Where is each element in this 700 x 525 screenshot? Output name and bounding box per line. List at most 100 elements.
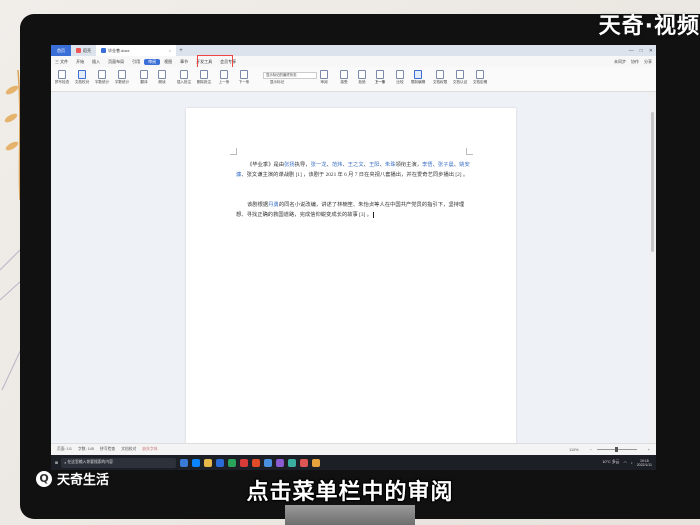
- prev-change-icon: [376, 70, 384, 79]
- tab-document[interactable]: 毕业巷.docx ×: [96, 45, 176, 56]
- hyperlink[interactable]: 李悟: [422, 162, 433, 168]
- hyperlink[interactable]: 张一龙: [311, 162, 327, 168]
- doc-finalize-button[interactable]: 文档定稿: [471, 70, 489, 85]
- app-icon[interactable]: [252, 458, 261, 467]
- windows-start-icon[interactable]: ⊞: [55, 460, 58, 465]
- wifi-icon[interactable]: ◠: [623, 460, 626, 465]
- menu-view[interactable]: 视图: [160, 59, 176, 65]
- next-change-button[interactable]: 下一条: [371, 80, 389, 85]
- spell-check-icon: [58, 70, 66, 79]
- hyperlink[interactable]: 丹勇: [268, 202, 279, 208]
- hyperlink[interactable]: 王阳: [369, 162, 380, 168]
- task-view-icon[interactable]: [180, 458, 189, 467]
- edge-icon[interactable]: [192, 458, 201, 467]
- word-count[interactable]: 字数: 145: [78, 447, 94, 452]
- comment-icon: [180, 70, 188, 79]
- page-count[interactable]: 页面: 1/1: [57, 447, 72, 452]
- restrict-editing-button[interactable]: 限制编辑: [409, 70, 427, 85]
- translate-button[interactable]: 翻译: [135, 70, 153, 85]
- title-bar: 首页 稻壳 毕业巷.docx × + — □ ✕: [51, 45, 656, 56]
- add-tab-button[interactable]: +: [176, 48, 186, 54]
- vertical-scrollbar[interactable]: [649, 92, 656, 443]
- app-icon[interactable]: [288, 458, 297, 467]
- zoom-out-button[interactable]: −: [590, 448, 592, 452]
- paragraph-1[interactable]: 《毕业季》是由张扬执导，张一龙、范炜、王之文、王阳、朱珠领衔主演，李悟、张子晨、…: [236, 160, 472, 180]
- doc-permission-button[interactable]: 文档权限: [431, 70, 449, 85]
- app-icon[interactable]: [276, 458, 285, 467]
- menu-review[interactable]: 审阅: [144, 58, 161, 65]
- file-explorer-icon[interactable]: [204, 458, 213, 467]
- missing-font-status[interactable]: 缺失字体: [142, 447, 157, 452]
- doc-cert-button[interactable]: 文档认证: [451, 70, 469, 85]
- read-aloud-button[interactable]: 朗读: [153, 70, 171, 85]
- spell-check-status[interactable]: 拼写检查: [100, 447, 115, 452]
- menu-references[interactable]: 引用: [128, 59, 144, 65]
- menu-bar: 三 文件 开始 插入 页面布局 引用 审阅 视图 章节 开发工具 会员专享 未同…: [51, 56, 656, 67]
- window-controls: — □ ✕: [629, 45, 653, 56]
- word-count-2-button[interactable]: 字数统计: [113, 70, 131, 85]
- prev-comment-button[interactable]: 上一条: [215, 70, 233, 85]
- spell-check-button[interactable]: 拼写检查: [53, 70, 71, 85]
- system-tray: 10°C 多云 ◠ ♪ 19:15 2022/1/11: [602, 459, 656, 467]
- minimize-icon[interactable]: —: [629, 48, 634, 54]
- word-count-icon: [98, 70, 106, 79]
- taskbar-search-box[interactable]: ⌕ 在这里输入你要搜索的内容: [61, 457, 177, 468]
- wps-icon[interactable]: [240, 458, 249, 467]
- word-count-button[interactable]: 字数统计: [93, 70, 111, 85]
- track-changes-button[interactable]: 审阅: [315, 70, 333, 85]
- menu-file[interactable]: 三 文件: [51, 59, 72, 65]
- hyperlink[interactable]: 王之文: [348, 162, 364, 168]
- paragraph-2[interactable]: 该剧根据丹勇的同名小说改编，讲述了林楠笙、朱怡贞等人在中国共产党员的指引下，坚持…: [236, 200, 472, 220]
- zoom-in-button[interactable]: +: [648, 448, 650, 452]
- wechat-icon[interactable]: [228, 458, 237, 467]
- home-tab[interactable]: 首页: [51, 45, 71, 56]
- doc-proof-button[interactable]: 文档校对: [73, 70, 91, 85]
- sync-status[interactable]: 未同步: [614, 59, 626, 65]
- review-ribbon: 拼写检查 文档校对 字数统计 字数统计 翻译 朗读 插入批注 删除批注 上一条 …: [51, 67, 656, 92]
- compare-button[interactable]: 比较: [391, 70, 409, 85]
- reject-button[interactable]: 拒绝: [353, 70, 371, 85]
- text-cursor: [372, 211, 374, 218]
- app-icon[interactable]: [312, 458, 321, 467]
- menu-chapter[interactable]: 章节: [176, 59, 192, 65]
- close-window-icon[interactable]: ✕: [649, 48, 653, 54]
- accept-icon: [340, 70, 348, 79]
- clock[interactable]: 19:15 2022/1/11: [637, 459, 652, 467]
- show-markup-button[interactable]: 显示标记: [263, 80, 291, 85]
- text-run: 、张文谦主演的谍战剧 [1] ，该剧于 2021 年 6 月 7 日在央视八套播…: [241, 172, 469, 178]
- hyperlink[interactable]: 朱珠: [385, 162, 396, 168]
- app-icon[interactable]: [300, 458, 309, 467]
- menu-page-layout[interactable]: 页面布局: [104, 59, 128, 65]
- accept-button[interactable]: 接受: [335, 70, 353, 85]
- weather-label[interactable]: 10°C 多云: [602, 460, 619, 465]
- share-button[interactable]: 分享: [644, 59, 652, 65]
- doc-finalize-icon: [476, 70, 484, 79]
- close-icon[interactable]: ×: [169, 48, 171, 53]
- zoom-slider[interactable]: [596, 447, 637, 452]
- tab-label: 稻壳: [83, 47, 91, 53]
- delete-comment-button[interactable]: 删除批注: [195, 70, 213, 85]
- next-comment-button[interactable]: 下一条: [235, 70, 253, 85]
- markup-mode-select[interactable]: 显示标记的最终状态: [263, 72, 317, 79]
- document-page[interactable]: 《毕业季》是由张扬执导，张一龙、范炜、王之文、王阳、朱珠领衔主演，李悟、张子晨、…: [186, 108, 516, 443]
- zoom-level[interactable]: 110%: [569, 448, 578, 452]
- menu-insert[interactable]: 插入: [88, 59, 104, 65]
- read-aloud-icon: [158, 70, 166, 79]
- collab-button[interactable]: 协作: [631, 59, 639, 65]
- volume-icon[interactable]: ♪: [631, 461, 633, 465]
- tab-daoke[interactable]: 稻壳: [71, 45, 96, 56]
- insert-comment-button[interactable]: 插入批注: [175, 70, 193, 85]
- store-icon[interactable]: [216, 458, 225, 467]
- hyperlink[interactable]: 张扬: [284, 162, 295, 168]
- doc-proof-status[interactable]: 文档校对: [121, 447, 136, 452]
- clock-date: 2022/1/11: [636, 462, 652, 467]
- app-icon[interactable]: [264, 458, 273, 467]
- scrollbar-thumb[interactable]: [651, 112, 654, 252]
- hyperlink[interactable]: 张子晨: [438, 162, 454, 168]
- translate-icon: [140, 70, 148, 79]
- text-run: 领衔主演，: [395, 162, 423, 168]
- menu-home[interactable]: 开始: [72, 59, 88, 65]
- maximize-icon[interactable]: □: [640, 48, 643, 54]
- reject-icon: [358, 70, 366, 79]
- hyperlink[interactable]: 范炜: [332, 162, 343, 168]
